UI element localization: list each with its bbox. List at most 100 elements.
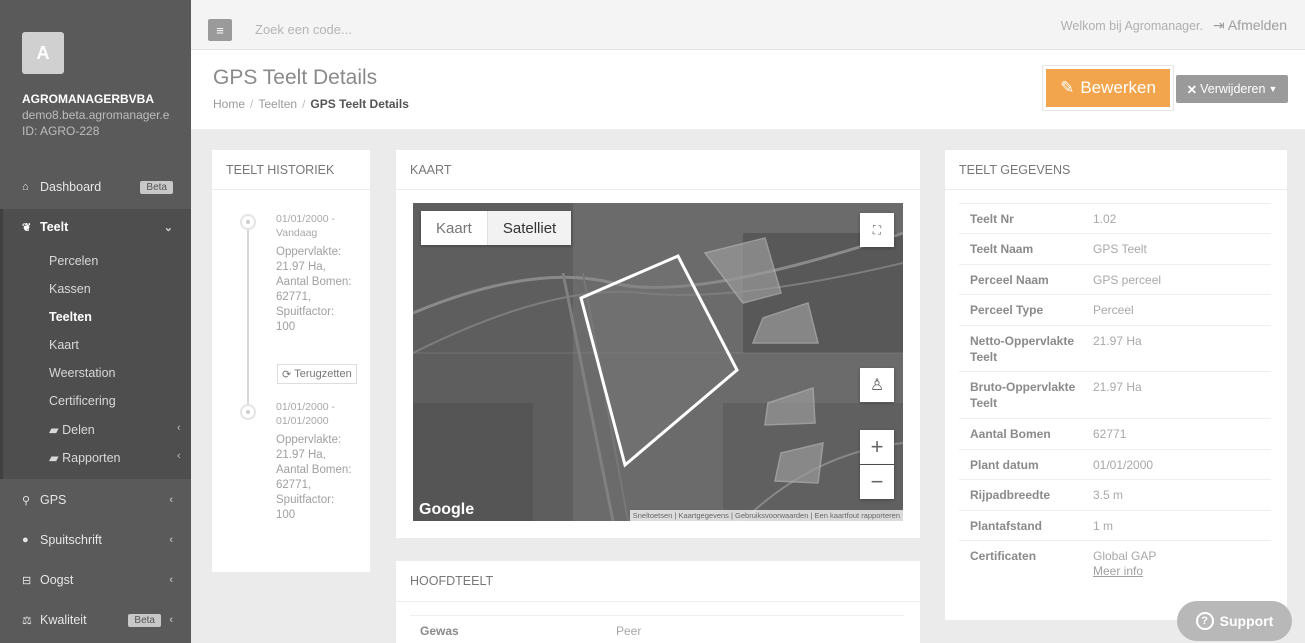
gegevens-row: Teelt Naam GPS Teelt (959, 234, 1271, 265)
breadcrumb-separator: / (250, 97, 254, 111)
gegevens-row: Perceel Type Perceel (959, 295, 1271, 326)
company-avatar[interactable]: A (22, 32, 64, 74)
map-footer-links[interactable]: Sneltoetsen | Kaartgegevens | Gebruiksvo… (629, 510, 903, 521)
chevron-left-icon: ‹ (169, 534, 173, 546)
logout-label: Afmelden (1227, 17, 1287, 33)
row-label: Teelt Naam (970, 242, 1034, 256)
timeline-dot (240, 404, 256, 420)
street-view-button[interactable]: ♙ (860, 368, 894, 402)
meer-info-link[interactable]: Meer info (1093, 564, 1143, 578)
gegevens-row: Teelt Nr 1.02 (959, 203, 1271, 234)
search-input[interactable]: Zoek een code... (255, 22, 352, 37)
row-value: 62771 (1093, 427, 1127, 441)
gewas-label: Gewas (420, 624, 459, 638)
zoom-in-button[interactable]: + (860, 430, 894, 464)
sidebar-sub-rapporten[interactable]: ▰ Rapporten ‹ (49, 450, 181, 465)
teelt-submenu (0, 209, 191, 479)
sidebar-sub-delen[interactable]: ▰ Delen ‹ (49, 422, 181, 437)
sidebar-sub-kassen[interactable]: Kassen (49, 282, 91, 296)
edit-button[interactable]: ✎ Bewerken (1043, 66, 1173, 110)
gegevens-panel: TEELT GEGEVENS Teelt Nr 1.02 Teelt Naam GP… (945, 150, 1287, 620)
satellite-map[interactable]: Kaart Satelliet ⛶ ♙ + − Google Sneltoets… (413, 203, 903, 521)
sidebar-item-oogst[interactable]: ⊟ Oogst ‹ (0, 562, 191, 598)
sidebar-item-teelt[interactable]: ❦ Teelt ⌄ (0, 209, 191, 245)
edit-label: Bewerken (1080, 78, 1156, 97)
sidebar-sub-certificering[interactable]: Certificering (49, 394, 116, 408)
chevron-left-icon: ‹ (177, 422, 181, 434)
logout-link[interactable]: ⇥ Afmelden (1213, 17, 1287, 34)
row-value: 3.5 m (1093, 488, 1124, 502)
row-label: Certificaten (970, 549, 1037, 563)
minus-icon: − (870, 469, 884, 494)
plus-icon: + (870, 434, 884, 459)
row-label: Plant datum (970, 458, 1039, 472)
row-value: Global GAP (1093, 549, 1157, 563)
gegevens-row: Plant datum 01/01/2000 (959, 450, 1271, 480)
row-label: Teelt Nr (970, 212, 1014, 226)
welcome-text: Welkom bij Agromanager. (1060, 19, 1203, 33)
gegevens-row: Perceel Naam GPS perceel (959, 265, 1271, 295)
breadcrumb-separator: / (302, 97, 306, 111)
sidebar-item-gps[interactable]: ⚲ GPS ‹ (0, 482, 191, 518)
sidebar-item-dashboard[interactable]: ⌂ Dashboard Beta (0, 169, 191, 205)
support-button[interactable]: ? Support (1177, 601, 1292, 641)
sidebar-item-kwaliteit[interactable]: ⚖ Kwaliteit Beta ‹ (0, 602, 191, 638)
sidebar-item-spuitschrift[interactable]: ● Spuitschrift ‹ (0, 522, 191, 558)
caret-down-icon: ▼ (1268, 84, 1278, 94)
row-value: 21.97 Ha (1093, 380, 1142, 394)
company-id: ID: AGRO-228 (22, 124, 100, 138)
folder-icon: ▰ (49, 423, 63, 437)
page-header: GPS Teelt Details Home / Teelten / GPS Teelt… (191, 50, 1305, 129)
sidebar-sub-weerstation[interactable]: Weerstation (49, 366, 115, 380)
google-logo: Google (419, 501, 475, 518)
fullscreen-icon: ⛶ (872, 222, 882, 237)
drop-icon: ● (22, 534, 29, 546)
timeline-text: Oppervlakte: 21.97 Ha, Aantal Bomen: 627… (276, 434, 352, 521)
topbar: ≡ Zoek een code... Welkom bij Agromanage… (191, 0, 1305, 50)
breadcrumb-current: GPS Teelt Details (310, 97, 409, 111)
delete-dropdown-button[interactable]: ✕ Verwijderen ▼ (1176, 75, 1288, 103)
beta-badge: Beta (128, 613, 161, 627)
fullscreen-button[interactable]: ⛶ (860, 213, 894, 247)
sidebar-sub-kaart[interactable]: Kaart (49, 338, 79, 352)
row-label: Perceel Type (970, 303, 1044, 317)
pegman-icon: ♙ (869, 377, 885, 394)
breadcrumb-home[interactable]: Home (213, 97, 245, 111)
breadcrumb-teelten[interactable]: Teelten (258, 97, 297, 111)
gegevens-row: Certificaten Global GAP Meer info (959, 541, 1271, 587)
map-type-kaart[interactable]: Kaart (421, 211, 487, 245)
avatar-letter: A (36, 42, 50, 63)
company-email: demo8.beta.agromanager.e (22, 108, 170, 122)
sidebar-sub-teelten[interactable]: Teelten (49, 310, 92, 324)
beta-badge: Beta (140, 180, 173, 194)
chevron-left-icon: ‹ (177, 450, 181, 462)
sidebar-item-label: Teelt (40, 220, 69, 234)
hoofdteelt-panel: HOOFDTEELT Gewas Peer (396, 561, 920, 643)
help-icon: ? (1195, 612, 1214, 630)
row-label: Perceel Naam (970, 273, 1049, 287)
sidebar-item-label: Oogst (40, 573, 74, 587)
sidebar-sub-percelen[interactable]: Percelen (49, 254, 98, 268)
map-imagery (413, 203, 903, 521)
row-value: 01/01/2000 (1093, 458, 1154, 472)
row-value: 1.02 (1093, 212, 1117, 226)
timeline-date: 01/01/2000 - 01/01/2000 (276, 401, 335, 427)
folder-icon: ▰ (49, 451, 63, 465)
gewas-value: Peer (616, 624, 642, 638)
chevron-down-icon: ⌄ (163, 221, 173, 234)
sidebar-item-label: Kwaliteit (40, 613, 87, 627)
page-title: GPS Teelt Details (213, 66, 378, 89)
company-name: AGROMANAGERBVBA (22, 92, 154, 106)
sidebar-item-label: Dashboard (40, 180, 102, 194)
leaf-icon: ❦ (22, 221, 32, 234)
zoom-out-button[interactable]: − (860, 465, 894, 499)
gegevens-title: TEELT GEGEVENS (945, 150, 1287, 190)
gegevens-row: Plantafstand 1 m (959, 511, 1271, 541)
map-type-satelliet[interactable]: Satelliet (486, 211, 572, 245)
restore-button[interactable]: ⟳ Terugzetten (277, 364, 357, 384)
breadcrumb: Home / Teelten / GPS Teelt Details (213, 97, 409, 111)
chevron-left-icon: ‹ (169, 494, 173, 506)
menu-toggle-button[interactable]: ≡ (208, 19, 232, 41)
basket-icon: ⊟ (22, 574, 32, 587)
hoofdteelt-title: HOOFDTEELT (396, 561, 920, 602)
